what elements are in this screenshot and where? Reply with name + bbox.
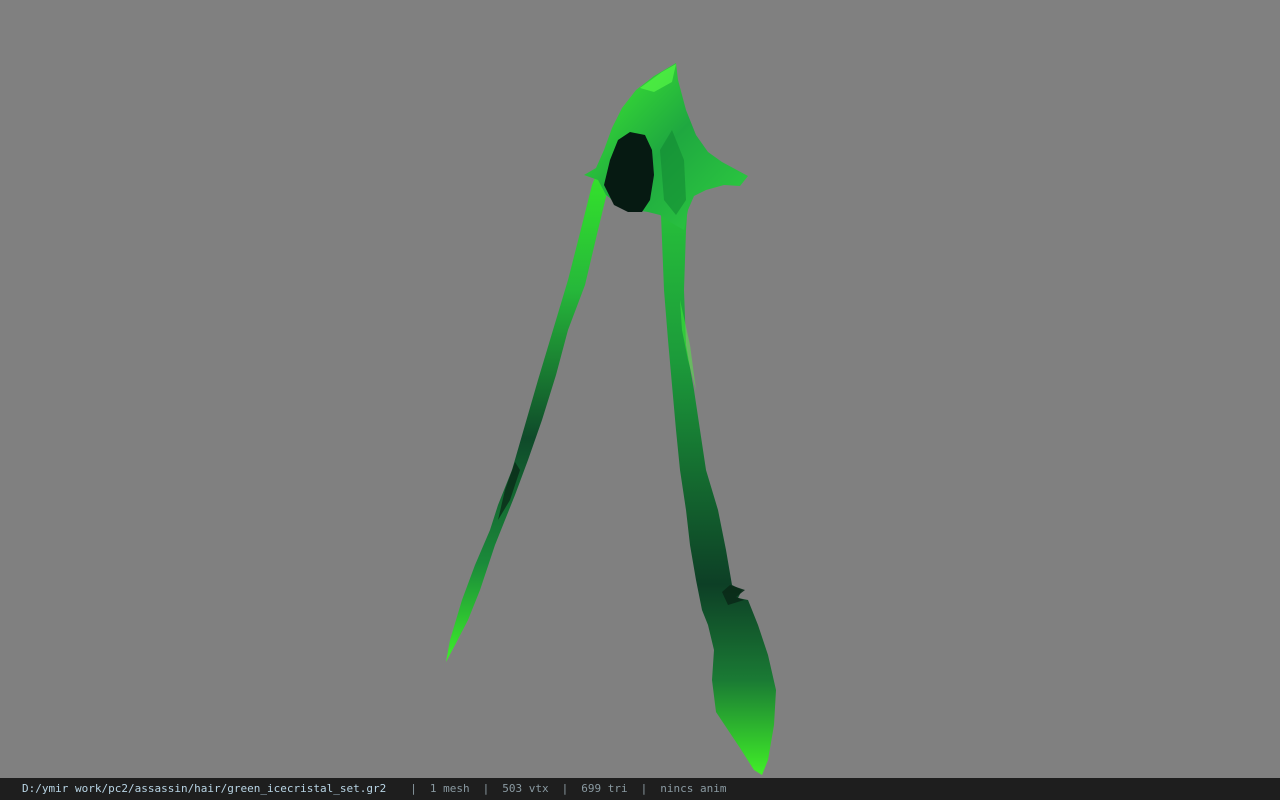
3d-viewport[interactable]	[0, 0, 1280, 778]
anim-status: nincs anim	[660, 782, 727, 795]
right-ribbon	[660, 140, 776, 775]
status-separator: |	[561, 782, 569, 795]
mesh-count: 1 mesh	[429, 782, 470, 795]
triangle-count: 699 tri	[581, 782, 628, 795]
status-separator: |	[410, 782, 417, 795]
left-ribbon	[446, 165, 612, 662]
status-separator: |	[482, 782, 490, 795]
file-path: D:/ymir work/pc2/assassin/hair/green_ice…	[22, 782, 387, 795]
status-bar: D:/ymir work/pc2/assassin/hair/green_ice…	[0, 778, 1280, 800]
left-ribbon-shade	[498, 462, 520, 520]
model-render	[446, 63, 776, 775]
vertex-count: 503 vtx	[502, 782, 549, 795]
status-separator: |	[640, 782, 648, 795]
